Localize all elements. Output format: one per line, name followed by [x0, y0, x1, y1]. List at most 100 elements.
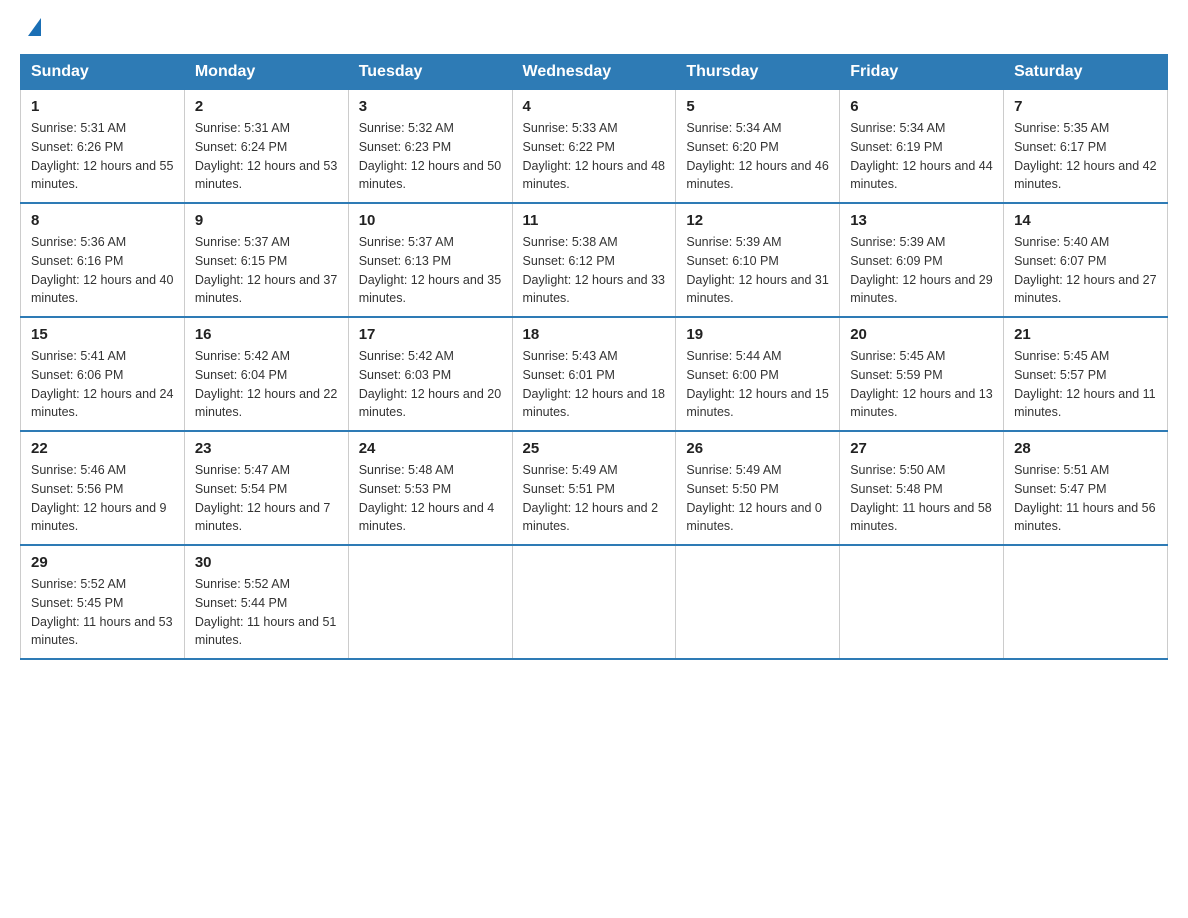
day-info: Sunrise: 5:44 AMSunset: 6:00 PMDaylight:…: [686, 349, 828, 419]
day-info: Sunrise: 5:51 AMSunset: 5:47 PMDaylight:…: [1014, 463, 1156, 533]
logo-text: [20, 20, 41, 34]
calendar-cell: 10 Sunrise: 5:37 AMSunset: 6:13 PMDaylig…: [348, 203, 512, 317]
day-number: 13: [850, 212, 993, 229]
calendar-cell: 20 Sunrise: 5:45 AMSunset: 5:59 PMDaylig…: [840, 317, 1004, 431]
calendar-cell: 13 Sunrise: 5:39 AMSunset: 6:09 PMDaylig…: [840, 203, 1004, 317]
calendar-cell: 26 Sunrise: 5:49 AMSunset: 5:50 PMDaylig…: [676, 431, 840, 545]
day-info: Sunrise: 5:39 AMSunset: 6:10 PMDaylight:…: [686, 235, 828, 305]
day-number: 7: [1014, 98, 1157, 115]
calendar-table: SundayMondayTuesdayWednesdayThursdayFrid…: [20, 54, 1168, 660]
calendar-cell: 28 Sunrise: 5:51 AMSunset: 5:47 PMDaylig…: [1004, 431, 1168, 545]
day-info: Sunrise: 5:32 AMSunset: 6:23 PMDaylight:…: [359, 121, 501, 191]
day-number: 16: [195, 326, 338, 343]
day-number: 9: [195, 212, 338, 229]
day-info: Sunrise: 5:46 AMSunset: 5:56 PMDaylight:…: [31, 463, 167, 533]
calendar-cell: 9 Sunrise: 5:37 AMSunset: 6:15 PMDayligh…: [184, 203, 348, 317]
day-number: 5: [686, 98, 829, 115]
calendar-cell: 21 Sunrise: 5:45 AMSunset: 5:57 PMDaylig…: [1004, 317, 1168, 431]
day-info: Sunrise: 5:43 AMSunset: 6:01 PMDaylight:…: [523, 349, 665, 419]
day-info: Sunrise: 5:34 AMSunset: 6:20 PMDaylight:…: [686, 121, 828, 191]
day-number: 8: [31, 212, 174, 229]
calendar-cell: 24 Sunrise: 5:48 AMSunset: 5:53 PMDaylig…: [348, 431, 512, 545]
day-number: 23: [195, 440, 338, 457]
day-info: Sunrise: 5:38 AMSunset: 6:12 PMDaylight:…: [523, 235, 665, 305]
calendar-cell: [676, 545, 840, 659]
day-info: Sunrise: 5:42 AMSunset: 6:03 PMDaylight:…: [359, 349, 501, 419]
day-info: Sunrise: 5:39 AMSunset: 6:09 PMDaylight:…: [850, 235, 992, 305]
page-header: [20, 20, 1168, 34]
day-info: Sunrise: 5:41 AMSunset: 6:06 PMDaylight:…: [31, 349, 173, 419]
calendar-cell: 30 Sunrise: 5:52 AMSunset: 5:44 PMDaylig…: [184, 545, 348, 659]
calendar-cell: 27 Sunrise: 5:50 AMSunset: 5:48 PMDaylig…: [840, 431, 1004, 545]
calendar-cell: 19 Sunrise: 5:44 AMSunset: 6:00 PMDaylig…: [676, 317, 840, 431]
calendar-cell: 25 Sunrise: 5:49 AMSunset: 5:51 PMDaylig…: [512, 431, 676, 545]
day-header-row: SundayMondayTuesdayWednesdayThursdayFrid…: [21, 55, 1168, 90]
day-number: 21: [1014, 326, 1157, 343]
calendar-cell: 11 Sunrise: 5:38 AMSunset: 6:12 PMDaylig…: [512, 203, 676, 317]
day-info: Sunrise: 5:37 AMSunset: 6:13 PMDaylight:…: [359, 235, 501, 305]
week-row-2: 8 Sunrise: 5:36 AMSunset: 6:16 PMDayligh…: [21, 203, 1168, 317]
day-info: Sunrise: 5:42 AMSunset: 6:04 PMDaylight:…: [195, 349, 337, 419]
day-info: Sunrise: 5:31 AMSunset: 6:24 PMDaylight:…: [195, 121, 337, 191]
calendar-cell: [348, 545, 512, 659]
day-info: Sunrise: 5:37 AMSunset: 6:15 PMDaylight:…: [195, 235, 337, 305]
day-info: Sunrise: 5:33 AMSunset: 6:22 PMDaylight:…: [523, 121, 665, 191]
calendar-cell: 16 Sunrise: 5:42 AMSunset: 6:04 PMDaylig…: [184, 317, 348, 431]
day-info: Sunrise: 5:48 AMSunset: 5:53 PMDaylight:…: [359, 463, 495, 533]
day-number: 11: [523, 212, 666, 229]
calendar-cell: 17 Sunrise: 5:42 AMSunset: 6:03 PMDaylig…: [348, 317, 512, 431]
day-number: 18: [523, 326, 666, 343]
day-info: Sunrise: 5:45 AMSunset: 5:59 PMDaylight:…: [850, 349, 992, 419]
day-number: 25: [523, 440, 666, 457]
day-number: 12: [686, 212, 829, 229]
calendar-cell: [840, 545, 1004, 659]
day-number: 3: [359, 98, 502, 115]
week-row-3: 15 Sunrise: 5:41 AMSunset: 6:06 PMDaylig…: [21, 317, 1168, 431]
calendar-cell: 6 Sunrise: 5:34 AMSunset: 6:19 PMDayligh…: [840, 90, 1004, 204]
calendar-cell: 29 Sunrise: 5:52 AMSunset: 5:45 PMDaylig…: [21, 545, 185, 659]
day-number: 30: [195, 554, 338, 571]
day-info: Sunrise: 5:50 AMSunset: 5:48 PMDaylight:…: [850, 463, 992, 533]
logo: [20, 20, 41, 34]
day-info: Sunrise: 5:34 AMSunset: 6:19 PMDaylight:…: [850, 121, 992, 191]
header-monday: Monday: [184, 55, 348, 90]
calendar-cell: 14 Sunrise: 5:40 AMSunset: 6:07 PMDaylig…: [1004, 203, 1168, 317]
calendar-cell: [512, 545, 676, 659]
day-number: 2: [195, 98, 338, 115]
day-number: 22: [31, 440, 174, 457]
day-info: Sunrise: 5:35 AMSunset: 6:17 PMDaylight:…: [1014, 121, 1156, 191]
day-info: Sunrise: 5:31 AMSunset: 6:26 PMDaylight:…: [31, 121, 173, 191]
header-thursday: Thursday: [676, 55, 840, 90]
day-number: 29: [31, 554, 174, 571]
header-saturday: Saturday: [1004, 55, 1168, 90]
day-number: 24: [359, 440, 502, 457]
header-friday: Friday: [840, 55, 1004, 90]
calendar-cell: 4 Sunrise: 5:33 AMSunset: 6:22 PMDayligh…: [512, 90, 676, 204]
logo-triangle: [28, 18, 41, 36]
header-wednesday: Wednesday: [512, 55, 676, 90]
day-info: Sunrise: 5:52 AMSunset: 5:44 PMDaylight:…: [195, 577, 337, 647]
day-number: 4: [523, 98, 666, 115]
day-number: 1: [31, 98, 174, 115]
calendar-cell: 2 Sunrise: 5:31 AMSunset: 6:24 PMDayligh…: [184, 90, 348, 204]
calendar-cell: 22 Sunrise: 5:46 AMSunset: 5:56 PMDaylig…: [21, 431, 185, 545]
day-number: 20: [850, 326, 993, 343]
day-info: Sunrise: 5:36 AMSunset: 6:16 PMDaylight:…: [31, 235, 173, 305]
header-tuesday: Tuesday: [348, 55, 512, 90]
calendar-cell: 12 Sunrise: 5:39 AMSunset: 6:10 PMDaylig…: [676, 203, 840, 317]
day-number: 6: [850, 98, 993, 115]
day-info: Sunrise: 5:52 AMSunset: 5:45 PMDaylight:…: [31, 577, 173, 647]
calendar-cell: 1 Sunrise: 5:31 AMSunset: 6:26 PMDayligh…: [21, 90, 185, 204]
calendar-cell: 5 Sunrise: 5:34 AMSunset: 6:20 PMDayligh…: [676, 90, 840, 204]
day-info: Sunrise: 5:49 AMSunset: 5:50 PMDaylight:…: [686, 463, 822, 533]
calendar-cell: 7 Sunrise: 5:35 AMSunset: 6:17 PMDayligh…: [1004, 90, 1168, 204]
calendar-cell: [1004, 545, 1168, 659]
week-row-4: 22 Sunrise: 5:46 AMSunset: 5:56 PMDaylig…: [21, 431, 1168, 545]
day-number: 14: [1014, 212, 1157, 229]
calendar-cell: 8 Sunrise: 5:36 AMSunset: 6:16 PMDayligh…: [21, 203, 185, 317]
day-number: 28: [1014, 440, 1157, 457]
day-info: Sunrise: 5:45 AMSunset: 5:57 PMDaylight:…: [1014, 349, 1156, 419]
day-number: 15: [31, 326, 174, 343]
calendar-cell: 18 Sunrise: 5:43 AMSunset: 6:01 PMDaylig…: [512, 317, 676, 431]
day-info: Sunrise: 5:49 AMSunset: 5:51 PMDaylight:…: [523, 463, 659, 533]
